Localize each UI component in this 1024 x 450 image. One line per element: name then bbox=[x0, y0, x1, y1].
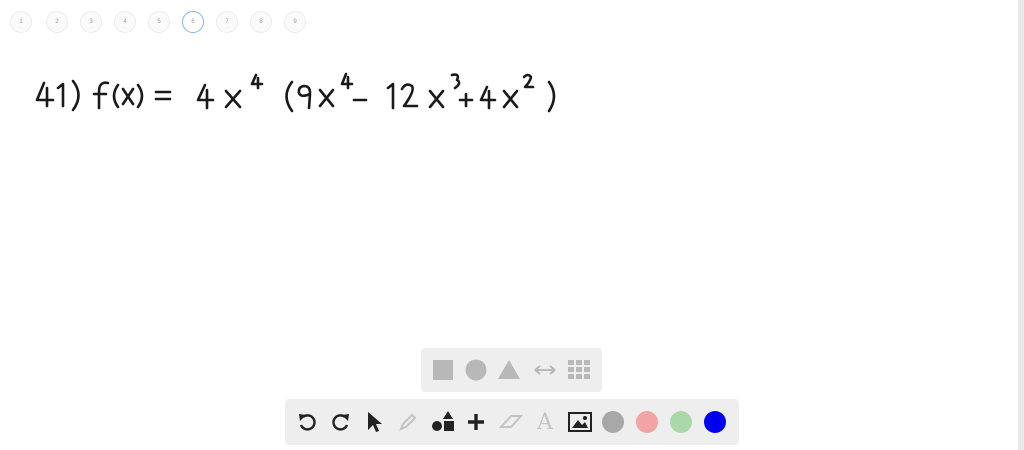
grid-icon bbox=[568, 360, 590, 379]
shape-toolbar bbox=[421, 348, 602, 392]
page-9[interactable]: 9 bbox=[284, 11, 306, 33]
image-tool[interactable] bbox=[566, 399, 594, 445]
undo-icon bbox=[299, 414, 316, 431]
add-button[interactable] bbox=[463, 399, 489, 445]
shapes-tool[interactable] bbox=[429, 399, 457, 445]
page-4[interactable]: 4 bbox=[114, 11, 136, 33]
page-1[interactable]: 1 bbox=[10, 11, 32, 33]
color-red[interactable] bbox=[634, 399, 660, 445]
eraser-tool[interactable] bbox=[497, 399, 525, 445]
triangle-icon bbox=[498, 360, 520, 379]
color-swatch-green bbox=[670, 411, 692, 433]
shapes-icon bbox=[432, 411, 454, 431]
circle-icon bbox=[465, 359, 487, 381]
color-swatch-red bbox=[636, 411, 658, 433]
page-5[interactable]: 5 bbox=[148, 11, 170, 33]
color-blue[interactable] bbox=[702, 399, 728, 445]
page-7[interactable]: 7 bbox=[216, 11, 238, 33]
grid-tool[interactable] bbox=[565, 348, 593, 392]
main-toolbar: A bbox=[285, 399, 739, 445]
pen-tool[interactable] bbox=[395, 399, 421, 445]
page-3[interactable]: 3 bbox=[80, 11, 102, 33]
square-icon bbox=[433, 360, 453, 380]
pointer-icon bbox=[368, 412, 382, 432]
page-2[interactable]: 2 bbox=[46, 11, 68, 33]
color-gray[interactable] bbox=[600, 399, 626, 445]
page-8[interactable]: 8 bbox=[250, 11, 272, 33]
pencil-icon bbox=[399, 413, 417, 431]
color-swatch-blue bbox=[704, 411, 726, 433]
circle-tool[interactable] bbox=[462, 348, 490, 392]
select-tool[interactable] bbox=[361, 399, 387, 445]
handwritten-equation bbox=[35, 72, 556, 113]
arrow-tool[interactable] bbox=[531, 348, 559, 392]
redo-button[interactable] bbox=[327, 399, 355, 445]
undo-button[interactable] bbox=[293, 399, 321, 445]
color-green[interactable] bbox=[668, 399, 694, 445]
square-tool[interactable] bbox=[429, 348, 457, 392]
whiteboard-canvas[interactable] bbox=[0, 40, 1018, 340]
double-arrow-icon bbox=[534, 365, 556, 375]
plus-icon bbox=[468, 414, 484, 430]
triangle-tool[interactable] bbox=[495, 348, 523, 392]
eraser-icon bbox=[499, 415, 523, 428]
color-swatch-gray bbox=[602, 411, 624, 433]
page-6-active[interactable]: 6 bbox=[182, 11, 204, 33]
text-icon: A bbox=[537, 409, 553, 435]
redo-icon bbox=[332, 414, 349, 431]
right-scrollbar[interactable] bbox=[1018, 0, 1024, 450]
image-icon bbox=[568, 412, 592, 432]
text-tool[interactable]: A bbox=[532, 399, 558, 445]
